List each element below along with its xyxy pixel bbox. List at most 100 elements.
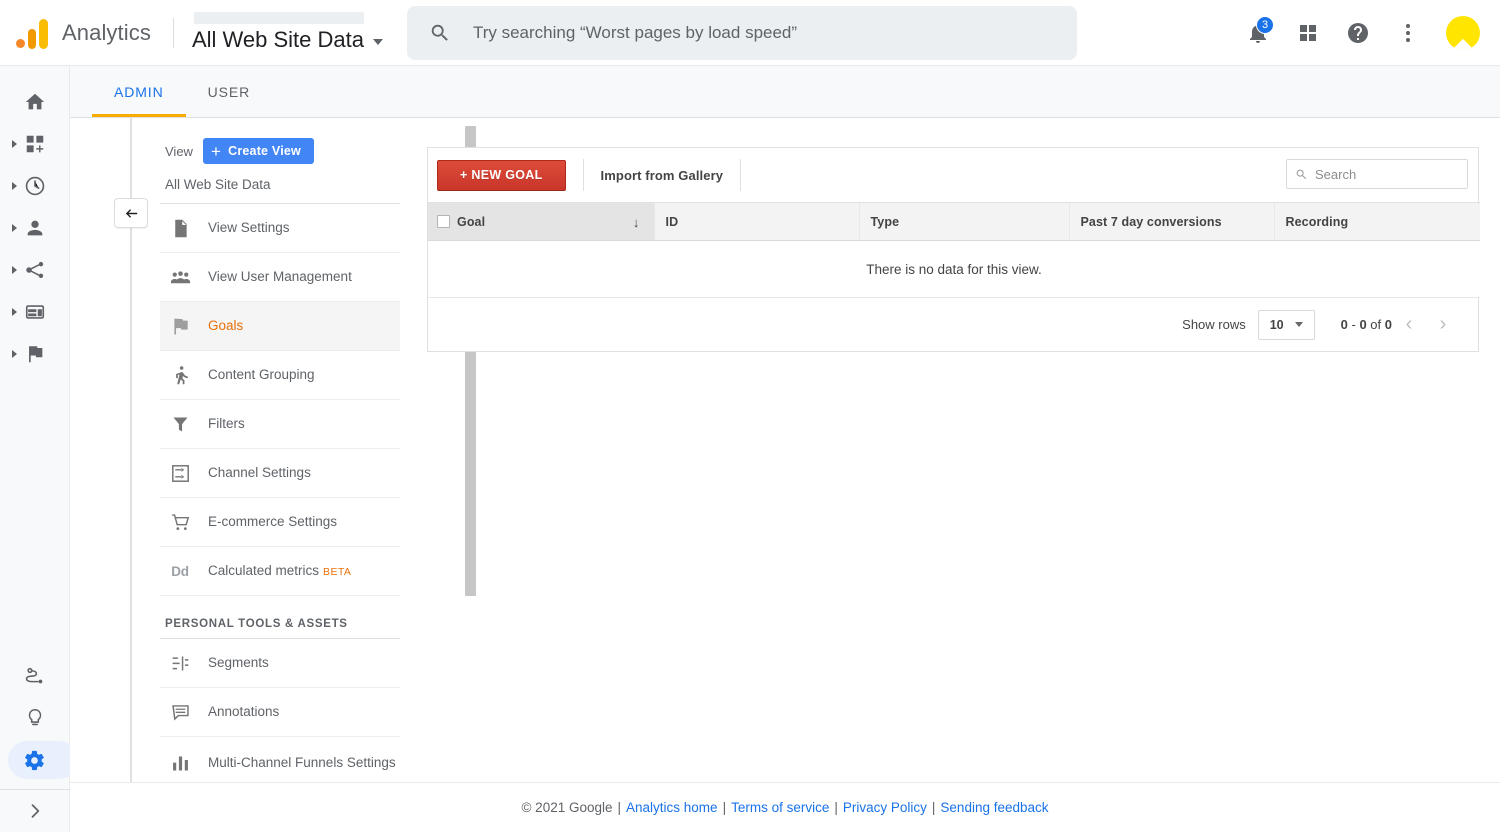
menu-item-segments[interactable]: Segments (160, 639, 400, 688)
sidebar-item-customization[interactable] (0, 123, 70, 165)
rows-per-page-value: 10 (1269, 317, 1284, 332)
lightbulb-icon (28, 708, 41, 726)
next-page-button[interactable]: › (1426, 308, 1460, 342)
view-selector-label: All Web Site Data (191, 27, 364, 52)
collapse-panel-button[interactable] (114, 198, 148, 228)
menu-item-goals[interactable]: Goals (160, 302, 400, 351)
tab-admin[interactable]: ADMIN (92, 66, 186, 117)
brand-name: Analytics (62, 19, 151, 45)
create-view-button[interactable]: + Create View (202, 138, 314, 164)
current-view-name: All Web Site Data (160, 164, 400, 204)
search-icon (1296, 169, 1307, 179)
menu-item-calculated-metrics[interactable]: Dd Calculated metrics BETA (160, 547, 400, 596)
column-header-id[interactable]: ID (653, 202, 859, 241)
sidebar-item-acquisition[interactable] (0, 249, 70, 291)
web-layout-icon (25, 305, 44, 319)
chevron-right-icon (11, 182, 17, 190)
table-header-row: Goal ↓ ID Type Past 7 day conversions Re… (428, 202, 1480, 241)
more-vert-icon[interactable] (1396, 21, 1420, 45)
search-input[interactable] (472, 22, 1033, 43)
top-bar-actions: 3 (1246, 15, 1480, 50)
menu-item-label: Annotations (208, 703, 280, 719)
menu-item-annotations[interactable]: Annotations (160, 688, 400, 737)
bell-icon[interactable]: 3 (1246, 15, 1274, 45)
global-search[interactable] (406, 5, 1077, 60)
help-icon[interactable] (1346, 21, 1370, 45)
goals-table: Goal ↓ ID Type Past 7 day conversions Re… (428, 202, 1480, 298)
home-icon (25, 93, 44, 110)
expand-nav-button[interactable] (0, 790, 70, 832)
chevron-right-icon (11, 140, 17, 148)
column-header-type[interactable]: Type (858, 202, 1069, 241)
goals-search-input[interactable] (1315, 166, 1450, 182)
goals-toolbar: + NEW GOAL Import from Gallery (428, 148, 1478, 202)
flag-icon (28, 345, 42, 363)
chevron-down-icon (1294, 322, 1303, 327)
admin-menu-panel: View + Create View All Web Site Data Vie… (160, 118, 410, 788)
menu-item-label: View Settings (208, 219, 290, 235)
avatar[interactable] (1446, 15, 1480, 50)
sidebar-item-insights[interactable] (0, 697, 70, 739)
toolbar-divider (582, 159, 584, 191)
new-goal-button[interactable]: + NEW GOAL (437, 159, 566, 191)
range-of-label: of (1370, 317, 1382, 332)
column-header-past-7-day-conversions[interactable]: Past 7 day conversions (1068, 202, 1274, 241)
menu-item-multi-channel-funnels-settings[interactable]: Multi-Channel Funnels Settings (160, 737, 400, 788)
column-label: Goal (457, 214, 486, 229)
column-header-goal[interactable]: Goal ↓ (428, 202, 654, 241)
menu-item-label: Segments (208, 654, 269, 670)
menu-item-label: Content Grouping (208, 366, 315, 382)
footer-link-sending-feedback[interactable]: Sending feedback (940, 800, 1048, 815)
document-icon (165, 218, 195, 239)
import-from-gallery-link[interactable]: Import from Gallery (601, 168, 724, 183)
left-nav-rail (0, 66, 78, 832)
menu-item-channel-settings[interactable]: Channel Settings (160, 449, 400, 498)
sidebar-item-conversions[interactable] (0, 333, 70, 375)
back-arrow-icon (125, 208, 137, 218)
select-all-checkbox[interactable] (437, 215, 450, 228)
footer-link-privacy-policy[interactable]: Privacy Policy (843, 800, 927, 815)
share-nodes-icon (25, 261, 43, 279)
plus-icon: + (210, 141, 222, 161)
copyright-text: © 2021 Google (521, 800, 613, 815)
sidebar-item-home[interactable] (0, 81, 70, 123)
menu-item-label: View User Management (208, 268, 352, 284)
property-view-block: All Web Site Data (192, 12, 383, 53)
footer-link-terms-of-service[interactable]: Terms of service (731, 800, 829, 815)
menu-item-view-user-management[interactable]: View User Management (160, 253, 400, 302)
top-bar: Analytics All Web Site Data 3 (0, 0, 1500, 66)
view-label: View (165, 143, 193, 159)
goals-search[interactable] (1286, 159, 1468, 189)
sidebar-item-behavior[interactable] (0, 291, 70, 333)
sidebar-item-discover[interactable] (0, 655, 70, 697)
walking-person-icon (165, 365, 195, 386)
menu-item-view-settings[interactable]: View Settings (160, 204, 400, 253)
chevron-right-icon (11, 308, 17, 316)
cart-icon (165, 512, 195, 533)
footer-separator: | (931, 800, 936, 815)
column-header-recording[interactable]: Recording (1273, 202, 1480, 241)
sidebar-item-audience[interactable] (0, 207, 70, 249)
segments-icon (165, 653, 195, 674)
show-rows-label: Show rows (1182, 317, 1246, 332)
rows-per-page-select[interactable]: 10 (1257, 309, 1315, 340)
menu-item-label: Multi-Channel Funnels Settings (208, 755, 396, 771)
menu-item-filters[interactable]: Filters (160, 400, 400, 449)
menu-item-label: Channel Settings (208, 464, 311, 480)
previous-page-button[interactable]: ‹ (1392, 308, 1426, 342)
footer-link-analytics-home[interactable]: Analytics home (626, 800, 718, 815)
annotation-icon (165, 702, 195, 723)
analytics-logo-icon (16, 17, 49, 49)
menu-item-content-grouping[interactable]: Content Grouping (160, 351, 400, 400)
tab-user[interactable]: USER (186, 66, 273, 117)
sidebar-item-admin[interactable] (0, 739, 78, 781)
property-name-masked (193, 12, 364, 24)
bar-chart-icon (165, 753, 195, 774)
apps-grid-icon[interactable] (1296, 21, 1320, 45)
sidebar-item-realtime[interactable] (0, 165, 70, 207)
clock-icon (25, 176, 44, 196)
view-selector[interactable]: All Web Site Data (192, 27, 383, 53)
menu-item-ecommerce-settings[interactable]: E-commerce Settings (160, 498, 400, 547)
range-total: 0 (1384, 317, 1392, 332)
beta-badge: BETA (323, 565, 352, 578)
